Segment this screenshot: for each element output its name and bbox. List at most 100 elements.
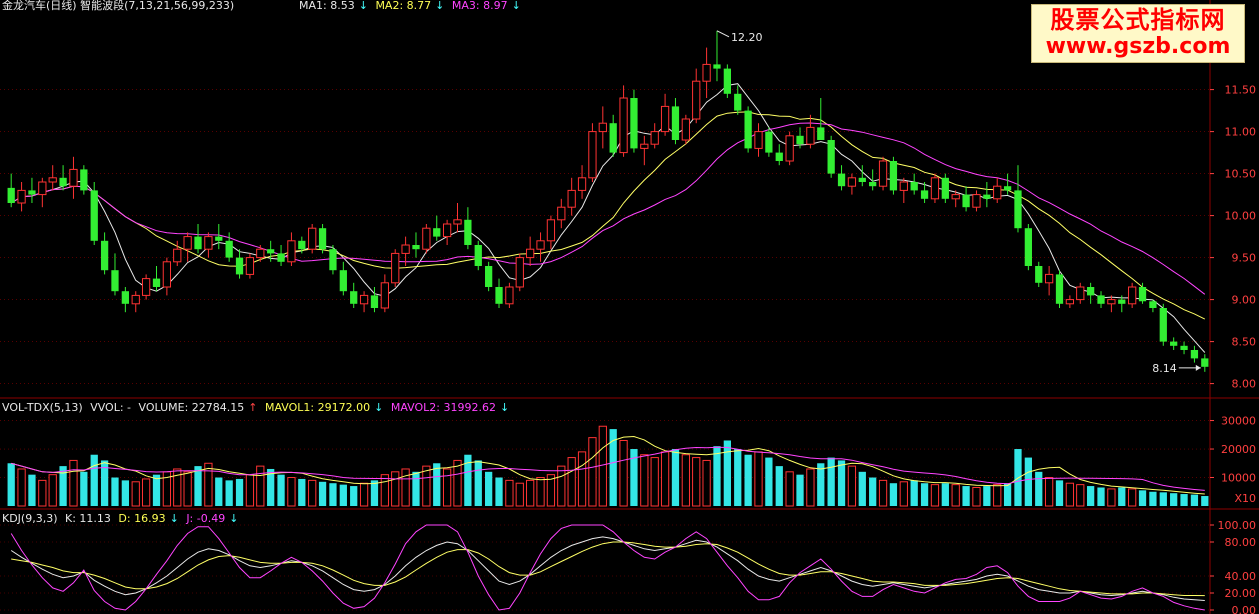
candle-body-down <box>983 194 991 199</box>
candle-body-down <box>412 245 420 250</box>
volume-bar-down <box>962 486 970 506</box>
low-arrow-icon <box>1195 364 1201 371</box>
down-arrow-icon: ↓ <box>435 0 445 12</box>
volume-bar-down <box>1035 471 1043 506</box>
candle-body-down <box>111 270 119 292</box>
candle-body-up <box>650 131 659 145</box>
candle-body-down <box>370 295 379 308</box>
volume-bar-up <box>204 462 213 507</box>
candle-body-down <box>350 291 358 304</box>
candle-body-down <box>1138 287 1147 302</box>
candle-body-up <box>598 122 607 133</box>
candle-body-down <box>215 236 223 241</box>
candle-body-up <box>993 185 1002 200</box>
candle-body-up <box>847 177 857 187</box>
candle-body-down <box>1180 345 1188 350</box>
ma1-line <box>10 83 1206 353</box>
candle-body-down <box>713 64 721 69</box>
candle-body-down <box>630 98 638 149</box>
price-tick-label: 8.50 <box>1232 336 1257 349</box>
volume-bar-up <box>69 459 78 507</box>
candle-body-up <box>287 240 296 263</box>
volume-bar-up <box>536 477 545 507</box>
volume-bar-down <box>1087 486 1095 506</box>
candle-body-up <box>308 227 317 250</box>
candle-body-down <box>225 240 233 258</box>
candle-body-down <box>837 173 846 187</box>
volume-bar-down <box>485 471 493 506</box>
kdj-tick-label: 40.00 <box>1225 570 1257 583</box>
volume-bar-up <box>588 437 597 507</box>
price-tick-label: 11.50 <box>1225 84 1257 97</box>
volume-bar-down <box>329 483 337 506</box>
k-label: K: 11.13 <box>65 512 111 525</box>
volume-bar-up <box>1065 482 1075 507</box>
candle-body-up <box>245 257 255 275</box>
candle-body-up <box>588 131 597 179</box>
candle-body-up <box>17 189 26 204</box>
volume-bar-down <box>713 446 721 506</box>
volume-bar-up <box>640 454 649 507</box>
candle-body-down <box>1159 308 1167 342</box>
volume-bar-down <box>194 466 202 506</box>
price-tick-label: 8.00 <box>1232 378 1257 391</box>
candle-body-up <box>526 248 535 259</box>
volume-bar-up <box>577 451 587 507</box>
d-label: D: 16.93 <box>118 512 166 525</box>
candle-body-down <box>90 190 98 241</box>
volume-bar-up <box>359 482 369 507</box>
chart-title: 金龙汽车(日线) 智能波段(7,13,21,56,99,233) <box>2 0 235 12</box>
main-panel-header: 金龙汽车(日线) 智能波段(7,13,21,56,99,233) <box>2 0 238 12</box>
candle-body-up <box>422 227 431 250</box>
volume-bar-down <box>495 477 503 506</box>
candle-body-down <box>1055 274 1064 304</box>
volume-bar-up <box>308 479 317 507</box>
candle-body-up <box>442 223 452 238</box>
ma3-label: MA3: 8.97 <box>451 0 508 12</box>
price-tick-label: 10.50 <box>1225 168 1257 181</box>
volume-bar-up <box>754 451 763 507</box>
volume-bar-up <box>256 465 265 507</box>
candle-body-up <box>453 219 462 225</box>
volume-bar-down <box>1055 480 1064 506</box>
candle-body-up <box>681 118 690 141</box>
volume-bar-down <box>350 486 358 506</box>
volume-bar-down <box>215 477 223 506</box>
volume-bar-down <box>318 481 327 506</box>
candle-body-up <box>546 219 556 242</box>
candle-body-up <box>380 282 389 309</box>
volume-bar-down <box>1097 487 1105 506</box>
volume-tick-label: 30000 <box>1221 415 1256 428</box>
candle-body-up <box>692 80 701 120</box>
volume-bar-down <box>920 483 929 506</box>
candle-body-up <box>557 206 566 221</box>
candle-body-up <box>1107 299 1116 305</box>
volume-bar-down <box>1149 491 1157 506</box>
volume-bar-up <box>505 479 514 507</box>
price-tick-label: 11.00 <box>1225 126 1257 139</box>
candle-body-up <box>141 278 151 296</box>
candle-body-down <box>1035 266 1043 283</box>
kdj-panel-header: KDJ(9,3,3) K: 11.13 D: 16.93 ↓ J: -0.49 ↓ <box>2 513 242 525</box>
candle-body-up <box>1076 286 1085 301</box>
ma-legend: MA1: 8.53 ↓ MA2: 8.77 ↓ MA3: 8.97 ↓ <box>299 0 525 12</box>
volume-bar-down <box>433 463 441 506</box>
candle-body-down <box>962 194 970 208</box>
volume-bar-down <box>796 474 804 506</box>
candle-body-up <box>640 143 649 149</box>
candle-body-down <box>28 190 36 195</box>
kdj-tick-label: 100.00 <box>1218 519 1257 532</box>
high-marker-line <box>716 30 730 38</box>
volume-bar-up <box>1076 484 1085 507</box>
volume-bar-up <box>598 425 607 507</box>
volume-bar-up <box>391 471 400 507</box>
candle-body-up <box>505 286 514 305</box>
ma3-line <box>10 122 1206 295</box>
volume-bar-up <box>660 451 670 507</box>
j-label: J: -0.49 <box>186 512 226 525</box>
volume-bar-up <box>878 479 888 507</box>
volume-bar-down <box>1180 494 1188 506</box>
candle-body-down <box>609 123 617 153</box>
down-arrow-icon: ↓ <box>169 512 179 525</box>
candle-body-down <box>318 228 327 250</box>
